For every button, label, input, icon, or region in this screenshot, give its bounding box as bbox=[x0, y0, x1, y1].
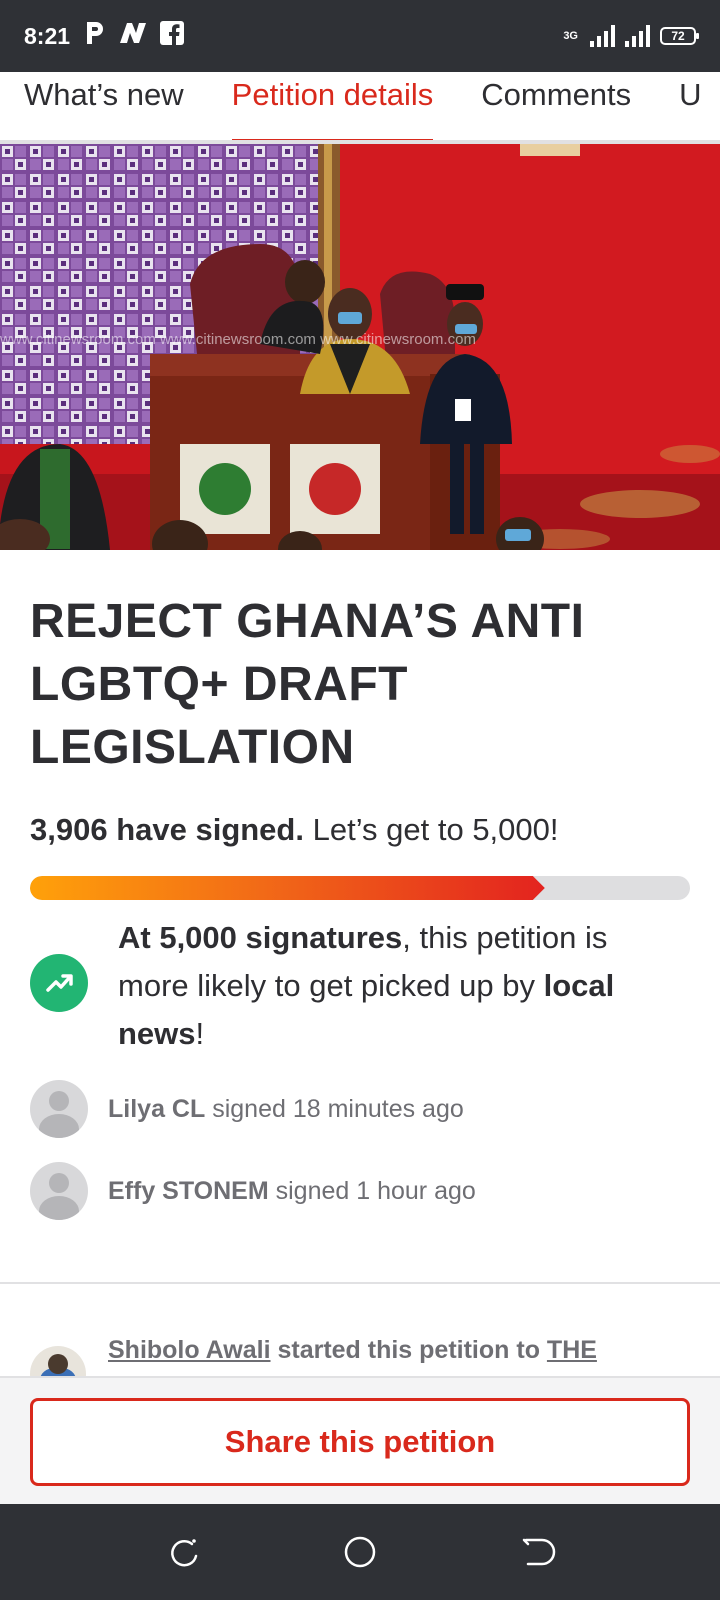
tab-petition-details[interactable]: Petition details bbox=[231, 72, 433, 140]
tab-bar: What’s new Petition details Comments U bbox=[0, 72, 720, 144]
recent-signer-item: Lilya CL signed 18 minutes ago bbox=[30, 1080, 690, 1138]
signer-name: Lilya CL bbox=[108, 1094, 206, 1123]
back-icon[interactable] bbox=[516, 1532, 556, 1572]
status-bar: 8:21 3G 72 bbox=[0, 0, 720, 72]
starter-avatar[interactable] bbox=[30, 1346, 86, 1376]
status-right: 3G 72 bbox=[563, 25, 699, 47]
petition-title: REJECT GHANA’S ANTI LGBTQ+ DRAFT LEGISLA… bbox=[30, 595, 585, 774]
starter-name-link[interactable]: Shibolo Awali bbox=[108, 1336, 271, 1364]
recent-apps-icon[interactable] bbox=[164, 1532, 204, 1572]
n-app-icon bbox=[118, 21, 148, 51]
signer-action: signed 1 hour ago bbox=[275, 1176, 476, 1205]
status-time: 8:21 bbox=[24, 22, 71, 49]
share-bar: Share this petition bbox=[0, 1376, 720, 1504]
tab-whats-new[interactable]: What’s new bbox=[24, 72, 184, 140]
system-navigation-bar bbox=[0, 1504, 720, 1600]
starter-text: Shibolo Awali started this petition to T… bbox=[108, 1336, 597, 1365]
parliament-scene-image: www.citinewsroom.com www.citinewsroom.co… bbox=[0, 144, 720, 550]
petition-starter: Shibolo Awali started this petition to T… bbox=[30, 1336, 690, 1376]
signer-name: Effy STONEM bbox=[108, 1176, 269, 1205]
signature-progress-bar bbox=[30, 876, 690, 900]
share-petition-button[interactable]: Share this petition bbox=[30, 1398, 690, 1486]
petition-hero-image: www.citinewsroom.com www.citinewsroom.co… bbox=[0, 144, 720, 550]
tab-updates[interactable]: U bbox=[679, 72, 701, 140]
signal-icon-1 bbox=[590, 25, 615, 47]
signer-action: signed 18 minutes ago bbox=[212, 1094, 464, 1123]
goal-text: Let’s get to 5,000! bbox=[312, 812, 559, 847]
petition-target-link[interactable]: THE bbox=[547, 1336, 597, 1364]
signature-summary: 3,906 have signed. Let’s get to 5,000! bbox=[30, 812, 559, 848]
trending-up-icon bbox=[30, 954, 88, 1012]
network-type-label: 3G bbox=[563, 30, 578, 42]
avatar bbox=[30, 1162, 88, 1220]
battery-icon: 72 bbox=[660, 27, 699, 45]
section-divider bbox=[0, 1282, 720, 1284]
recent-signer-item: Effy STONEM signed 1 hour ago bbox=[30, 1162, 690, 1220]
milestone-bold-signatures: At 5,000 signatures bbox=[118, 920, 403, 955]
notification-icons bbox=[84, 20, 185, 52]
milestone-text-2: ! bbox=[195, 1016, 205, 1051]
tab-comments[interactable]: Comments bbox=[481, 72, 631, 140]
avatar bbox=[30, 1080, 88, 1138]
signed-count: 3,906 have signed. bbox=[30, 812, 304, 847]
starter-middle-text: started this petition to bbox=[270, 1336, 547, 1364]
signer-text: Lilya CL signed 18 minutes ago bbox=[108, 1095, 464, 1124]
home-icon[interactable] bbox=[340, 1532, 380, 1572]
hero-watermark: www.citinewsroom.com www.citinewsroom.co… bbox=[0, 331, 476, 348]
facebook-icon bbox=[160, 21, 185, 51]
milestone-text: At 5,000 signatures, this petition is mo… bbox=[118, 914, 658, 1058]
signal-icon-2 bbox=[625, 25, 650, 47]
signer-text: Effy STONEM signed 1 hour ago bbox=[108, 1177, 476, 1206]
battery-level: 72 bbox=[671, 29, 685, 43]
p-app-icon bbox=[84, 20, 106, 52]
signature-progress-fill bbox=[30, 876, 545, 900]
